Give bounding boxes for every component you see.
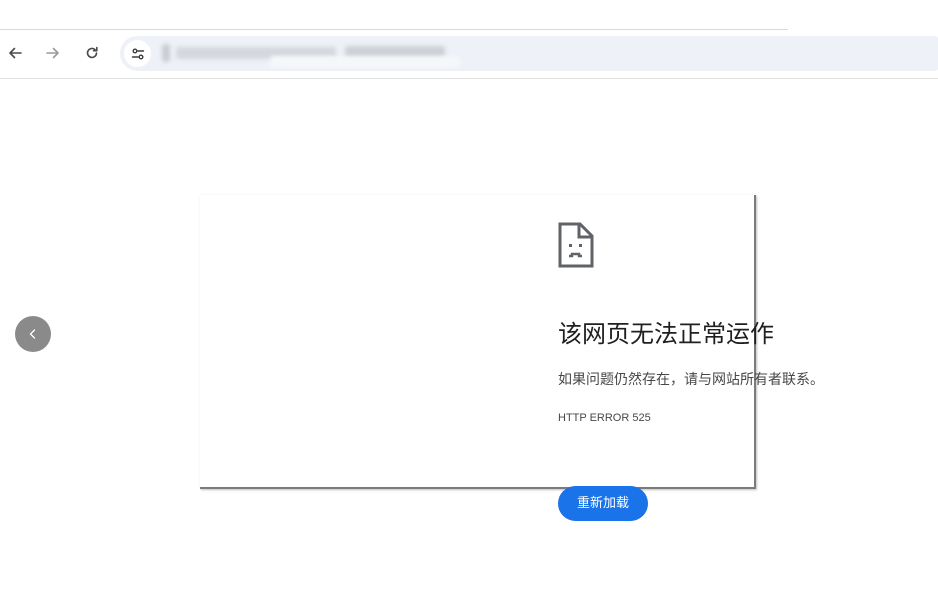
back-button[interactable] — [2, 40, 28, 66]
tune-icon — [131, 48, 144, 59]
sad-document-icon — [558, 222, 594, 268]
error-code: HTTP ERROR 525 — [558, 412, 651, 424]
site-info-button[interactable] — [124, 40, 151, 67]
reload-page-button[interactable] — [79, 40, 105, 66]
redacted-url-mask — [162, 44, 170, 62]
chevron-left-icon — [29, 329, 36, 339]
reload-icon — [86, 46, 98, 59]
reload-button[interactable]: 重新加载 — [558, 486, 648, 521]
error-message: 如果问题仍然存在，请与网站所有者联系。 — [558, 372, 824, 388]
address-bar[interactable] — [120, 36, 938, 71]
error-title: 该网页无法正常运作 — [558, 320, 774, 348]
arrow-right-icon — [46, 47, 59, 59]
redacted-url-mask — [270, 56, 460, 68]
carousel-prev-button[interactable] — [15, 316, 51, 352]
forward-button[interactable] — [40, 40, 66, 66]
arrow-left-icon — [9, 47, 22, 59]
browser-toolbar — [0, 30, 938, 79]
